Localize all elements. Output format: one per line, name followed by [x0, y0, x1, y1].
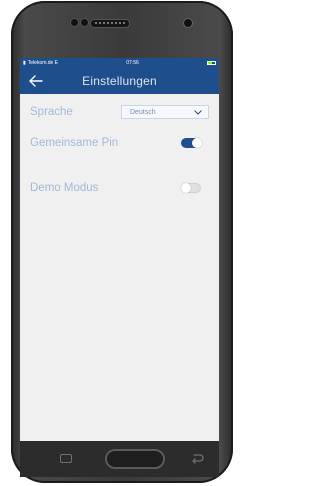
clock: 07:56 — [126, 59, 139, 66]
back-icon[interactable] — [190, 453, 204, 465]
setting-demo-mode: Demo Modus — [30, 178, 209, 198]
chevron-down-icon — [194, 109, 202, 115]
language-select[interactable]: Deutsch — [121, 105, 209, 119]
earpiece-speaker — [90, 19, 130, 28]
setting-shared-pin: Gemeinsame Pin — [30, 133, 209, 153]
home-button[interactable] — [105, 449, 165, 469]
setting-language: Sprache Deutsch — [30, 102, 209, 122]
toggle-knob — [192, 138, 202, 148]
demo-mode-label: Demo Modus — [30, 182, 99, 194]
language-label: Sprache — [30, 106, 73, 118]
sensor-icon — [80, 18, 89, 27]
app-bar: Einstellungen — [20, 67, 219, 94]
page-title: Einstellungen — [82, 73, 157, 88]
sensor-icon — [70, 18, 79, 27]
carrier-label: Telekom.de E — [27, 59, 59, 66]
signal-icon: ▮ — [23, 59, 26, 66]
status-bar: ▮ Telekom.de E 07:56 — [20, 58, 219, 67]
demo-mode-toggle[interactable] — [181, 183, 201, 193]
shared-pin-toggle[interactable] — [181, 138, 202, 148]
device-nav-bar — [20, 441, 219, 477]
app-screen: ▮ Telekom.de E 07:56 Einstellungen Sprac… — [20, 58, 219, 441]
shared-pin-label: Gemeinsame Pin — [30, 137, 119, 149]
recent-apps-icon[interactable] — [60, 454, 72, 463]
battery-icon — [207, 60, 216, 65]
front-camera-icon — [183, 18, 193, 28]
toggle-knob — [181, 183, 191, 193]
language-selected-value: Deutsch — [130, 108, 156, 116]
